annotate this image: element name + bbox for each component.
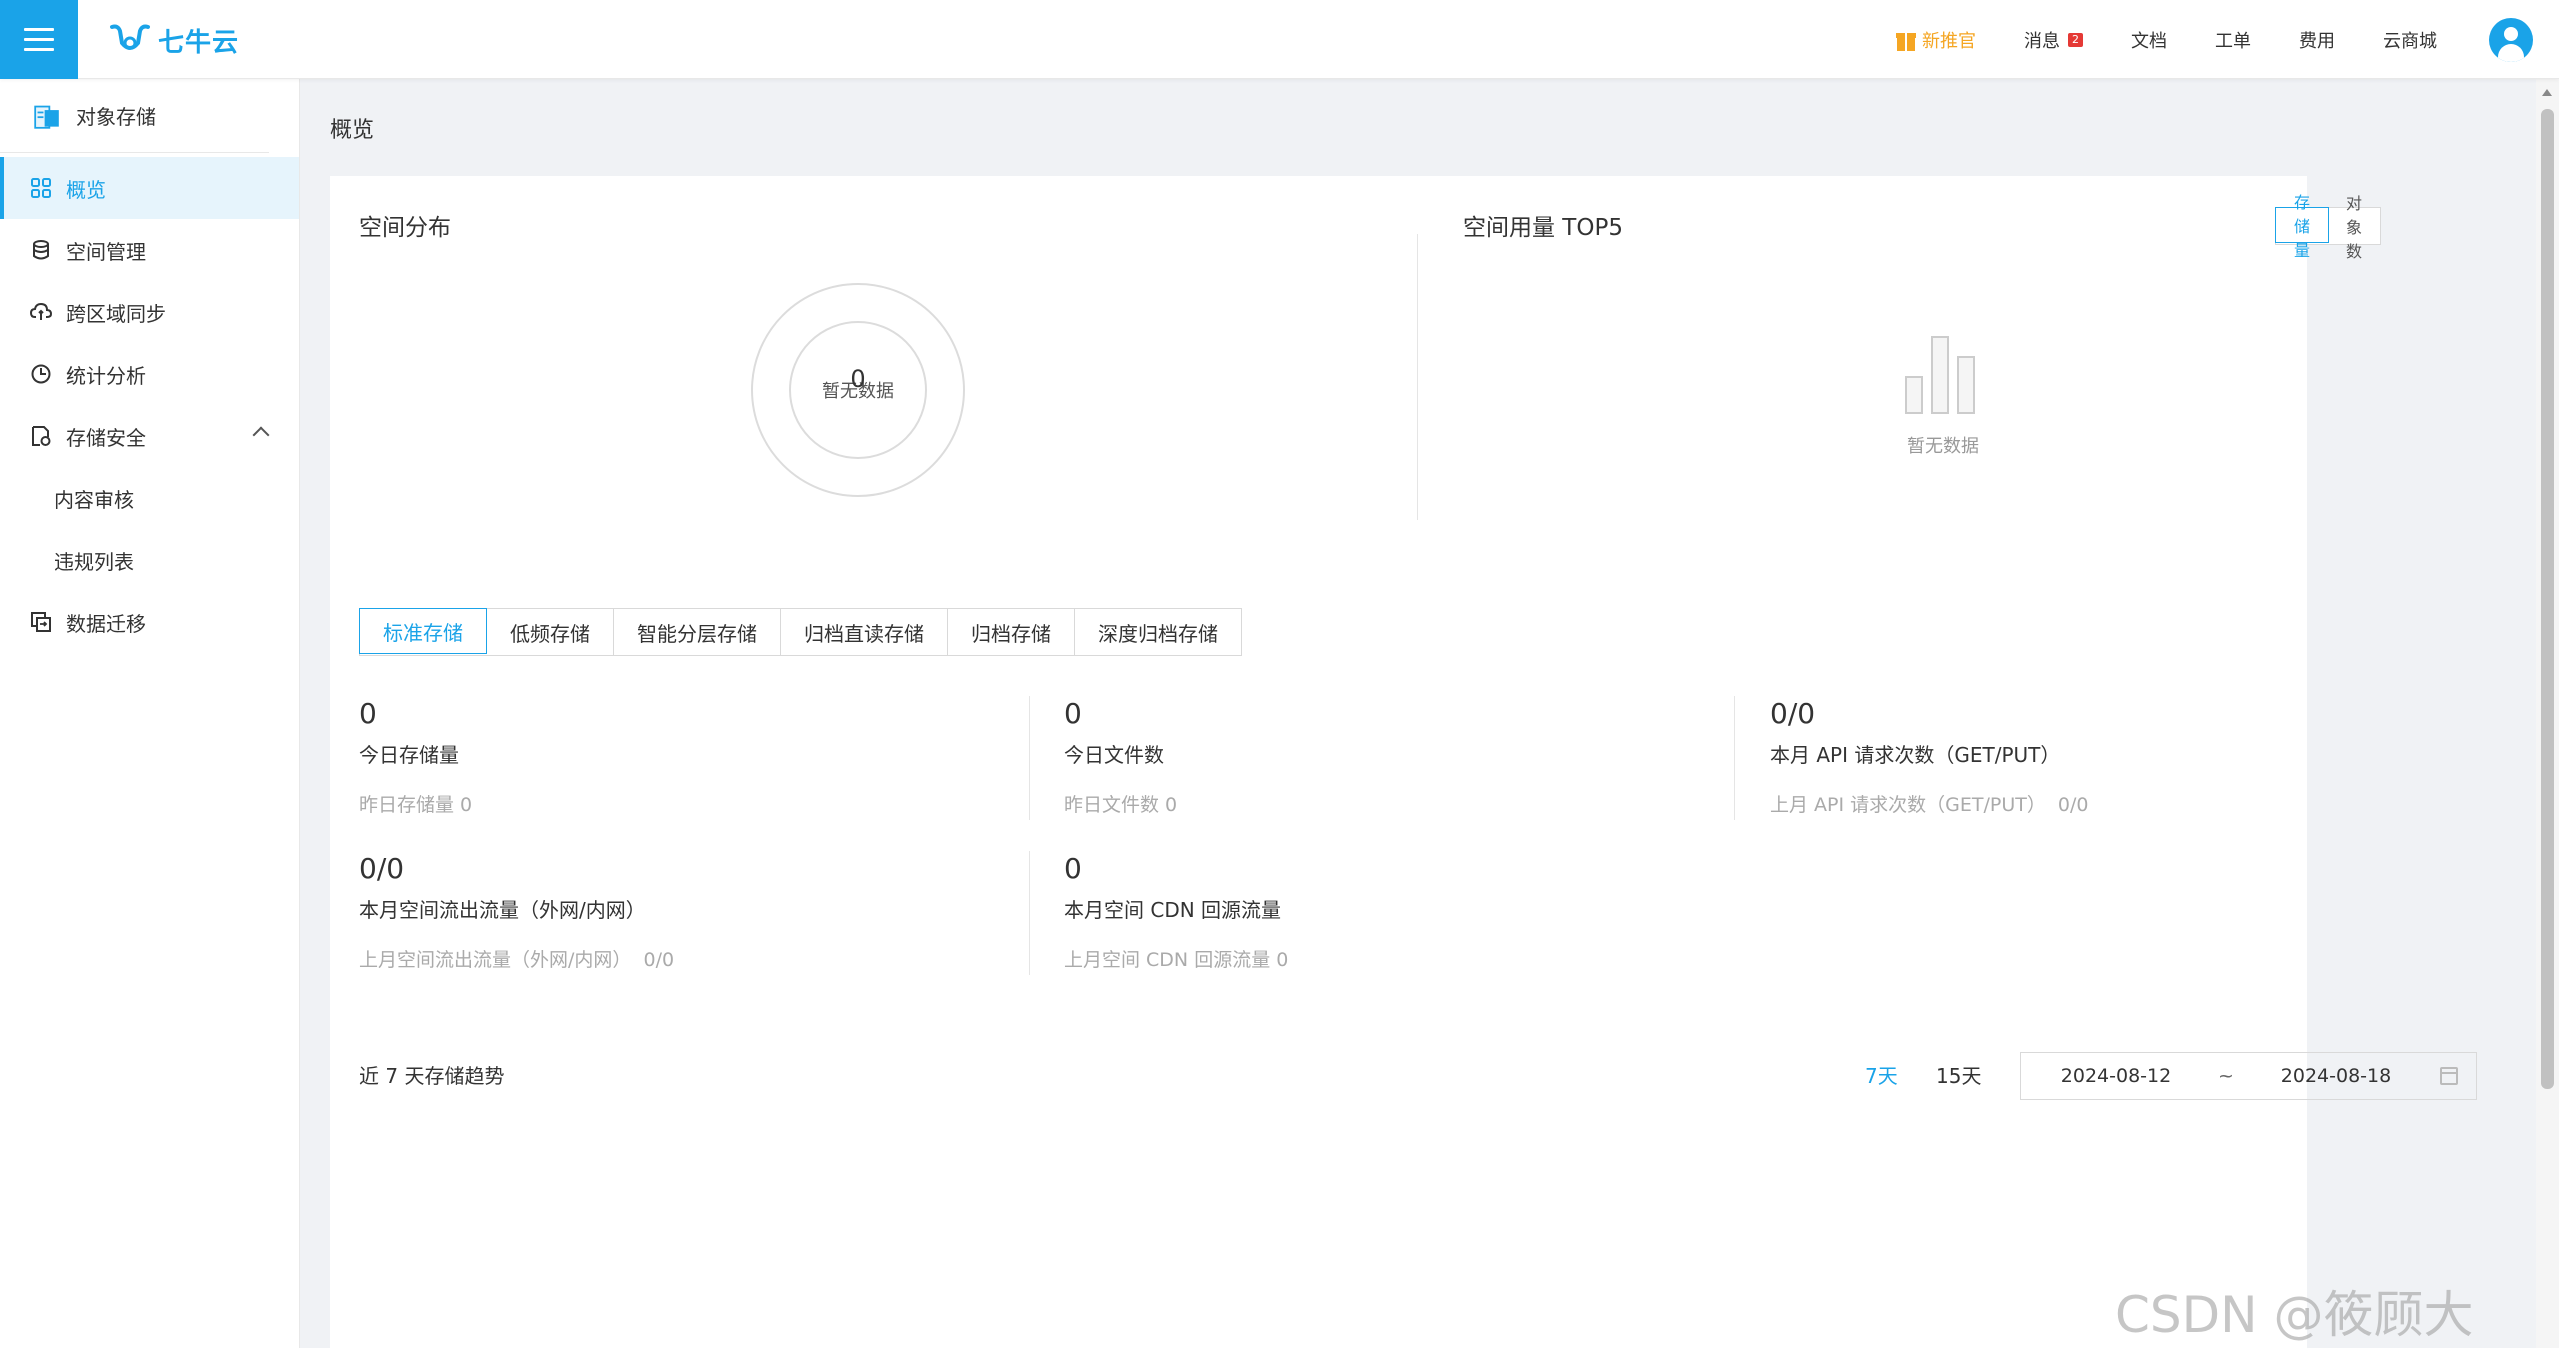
cloud-sync-icon	[30, 302, 52, 320]
tab-deep-archive[interactable]: 深度归档存储	[1075, 609, 1241, 655]
grid-icon	[31, 178, 51, 198]
nav-tickets-link[interactable]: 工单	[2215, 27, 2251, 53]
sidebar-item-migration[interactable]: 数据迁移	[0, 591, 299, 653]
top5-title: 空间用量 TOP5	[1463, 215, 1623, 241]
distribution-title: 空间分布	[359, 215, 451, 241]
tab-infrequent[interactable]: 低频存储	[487, 609, 614, 655]
tab-archive-ir[interactable]: 归档直读存储	[781, 609, 948, 655]
stat-egress: 0/0 本月空间流出流量（外网/内网） 上月空间流出流量（外网/内网） 0/0	[359, 852, 675, 971]
sidebar: 对象存储 概览 空间管理 跨区域同步 统计分析 存储安全 内容审核 违规列表 数…	[0, 79, 300, 1348]
range-7-days-button[interactable]: 7天	[1865, 1060, 1898, 1089]
distribution-center-value: 0	[850, 365, 866, 393]
message-count-badge: 2	[2068, 32, 2083, 47]
empty-bar-chart-icon	[1903, 334, 1983, 414]
page-scrollbar[interactable]	[2536, 79, 2559, 1348]
sidebar-item-buckets[interactable]: 空间管理	[0, 219, 299, 281]
tab-intelligent[interactable]: 智能分层存储	[614, 609, 781, 655]
hamburger-icon	[24, 28, 54, 31]
storage-class-tabs: 标准存储 低频存储 智能分层存储 归档直读存储 归档存储 深度归档存储	[359, 608, 1242, 656]
distribution-donut-center: 0 暂无数据	[789, 321, 927, 459]
scroll-up-arrow-icon[interactable]	[2542, 89, 2552, 96]
user-avatar[interactable]	[2489, 17, 2533, 62]
sidebar-item-sync[interactable]: 跨区域同步	[0, 281, 299, 343]
date-separator: ~	[2218, 1065, 2234, 1087]
secure-file-icon	[32, 426, 51, 446]
nav-messages-link[interactable]: 消息 2	[2024, 27, 2083, 53]
gift-icon	[1896, 29, 1916, 51]
nav-market-link[interactable]: 云商城	[2383, 27, 2437, 53]
database-icon	[33, 240, 49, 260]
end-date[interactable]: 2024-08-18	[2241, 1065, 2431, 1087]
top5-toggle: 存储量 对象数	[2275, 193, 2382, 261]
tab-standard[interactable]: 标准存储	[359, 608, 487, 654]
top-nav: 新推官 消息 2 文档 工单 费用 云商城	[1896, 0, 2559, 79]
user-icon	[2504, 26, 2518, 41]
sidebar-subitem-violations[interactable]: 违规列表	[0, 529, 299, 591]
nav-docs-link[interactable]: 文档	[2131, 27, 2167, 53]
tab-archive[interactable]: 归档存储	[948, 609, 1075, 655]
date-range-picker[interactable]: 2024-08-12 ~ 2024-08-18	[2020, 1052, 2477, 1100]
overview-card: 空间分布 0 暂无数据 空间用量 TOP5 存储量 对象数 暂无数据 标准存储 …	[330, 176, 2477, 1348]
sidebar-title: 对象存储	[76, 105, 156, 129]
start-date[interactable]: 2024-08-12	[2021, 1065, 2211, 1087]
range-15-days-button[interactable]: 15天	[1936, 1060, 1981, 1089]
stat-today-files: 0 今日文件数 昨日文件数 0	[1064, 697, 1178, 816]
qiniu-logo-icon	[110, 24, 150, 50]
section-divider	[1417, 234, 1418, 520]
migration-icon	[31, 612, 51, 632]
sidebar-item-security[interactable]: 存储安全	[0, 405, 299, 467]
sidebar-item-overview[interactable]: 概览	[0, 157, 299, 219]
top5-empty-text: 暂无数据	[1907, 436, 1979, 457]
watermark: CSDN @筱顾大men	[2115, 1286, 2474, 1348]
nav-billing-link[interactable]: 费用	[2299, 27, 2335, 53]
scrollbar-thumb[interactable]	[2541, 109, 2554, 1089]
object-storage-icon	[34, 105, 59, 129]
sidebar-subitem-audit[interactable]: 内容审核	[0, 467, 299, 529]
trend-title: 近 7 天存储趋势	[359, 1064, 505, 1088]
nav-promo-link[interactable]: 新推官	[1896, 27, 1976, 53]
stat-today-storage: 0 今日存储量 昨日存储量 0	[359, 697, 473, 816]
sidebar-item-stats[interactable]: 统计分析	[0, 343, 299, 405]
clock-chart-icon	[31, 364, 51, 384]
toggle-objects-button[interactable]: 对象数	[2328, 194, 2380, 261]
stat-cdn-origin: 0 本月空间 CDN 回源流量 上月空间 CDN 回源流量 0	[1064, 852, 1289, 971]
stat-api-requests: 0/0 本月 API 请求次数（GET/PUT） 上月 API 请求次数（GET…	[1770, 697, 2089, 816]
top-bar: 七牛云 新推官 消息 2 文档 工单 费用 云商城	[0, 0, 2559, 79]
sidebar-header: 对象存储	[0, 79, 269, 153]
toggle-storage-button[interactable]: 存储量	[2275, 193, 2330, 260]
page-title: 概览	[330, 118, 375, 143]
logo-text: 七牛云	[158, 27, 240, 58]
chevron-up-icon[interactable]	[252, 426, 270, 444]
hamburger-menu-button[interactable]	[0, 0, 78, 79]
logo[interactable]: 七牛云	[108, 22, 239, 58]
calendar-icon	[2440, 1067, 2458, 1085]
